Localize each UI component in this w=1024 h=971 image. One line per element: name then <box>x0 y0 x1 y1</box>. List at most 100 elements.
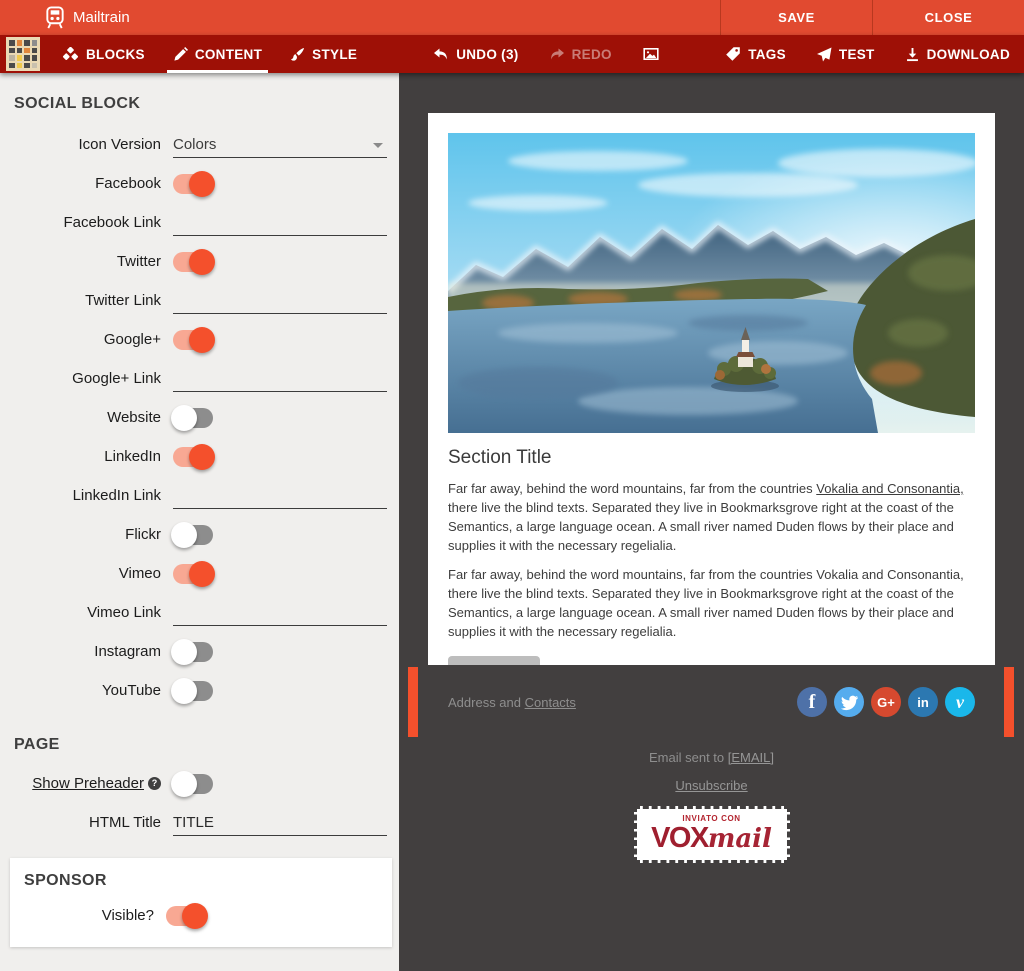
twitter-icon[interactable] <box>834 687 864 717</box>
show-preheader-toggle[interactable] <box>173 774 213 794</box>
linkedin-toggle[interactable] <box>173 447 213 467</box>
vimeo-icon[interactable]: v <box>945 687 975 717</box>
test-button[interactable]: TEST <box>816 47 875 62</box>
facebook-link-input[interactable] <box>173 210 387 236</box>
tags-button[interactable]: TAGS <box>725 46 786 62</box>
social-block-form: Icon VersionColorsFacebookFacebook LinkT… <box>0 125 399 710</box>
sponsor-visible-toggle[interactable] <box>166 906 206 926</box>
undo-button[interactable]: UNDO (3) <box>433 47 518 62</box>
footer-address: Address and Contacts <box>448 695 576 710</box>
facebook-toggle[interactable] <box>173 174 213 194</box>
form-row: Website <box>0 398 399 437</box>
voxmail-stamp[interactable]: INVIATO CON VOXmail <box>634 806 790 863</box>
brush-icon <box>290 47 305 62</box>
help-icon[interactable]: ? <box>148 777 161 790</box>
gallery-button[interactable] <box>642 46 660 62</box>
settings-panel: SOCIAL BLOCK Icon VersionColorsFacebookF… <box>0 73 399 971</box>
field-label: Visible? <box>10 907 166 924</box>
field-label: Website <box>0 409 173 426</box>
form-row: Vimeo Link <box>0 593 399 632</box>
html-title-input[interactable] <box>173 810 387 836</box>
twitter-toggle[interactable] <box>173 252 213 272</box>
youtube-toggle[interactable] <box>173 681 213 701</box>
section-title[interactable]: Section Title <box>448 447 975 469</box>
field-label: Twitter Link <box>0 292 173 309</box>
tab-label: CONTENT <box>195 47 262 62</box>
instagram-toggle[interactable] <box>173 642 213 662</box>
sponsor-heading: SPONSOR <box>24 872 392 890</box>
contacts-link[interactable]: Contacts <box>525 695 576 710</box>
vokalia-link[interactable]: Vokalia and Consonantia, <box>816 481 963 496</box>
select-value: Colors <box>173 136 216 153</box>
email-sent-line: Email sent to [EMAIL] <box>399 750 1024 765</box>
form-row: Vimeo <box>0 554 399 593</box>
sponsor-card: SPONSOR Visible? <box>10 858 392 947</box>
tab-style[interactable]: STYLE <box>276 35 371 73</box>
form-row: Facebook <box>0 164 399 203</box>
toggle-knob <box>182 903 208 929</box>
show-preheader-label[interactable]: Show Preheader <box>32 775 144 792</box>
undo-label: UNDO (3) <box>456 47 518 62</box>
editor-toolbar: BLOCKS CONTENT STYLE UNDO (3) REDO <box>0 35 1024 73</box>
icon-version-select[interactable]: Colors <box>173 132 387 158</box>
paper-plane-icon <box>816 47 832 62</box>
app-title: Mailtrain <box>73 9 130 26</box>
field-label: HTML Title <box>0 814 173 831</box>
google-toggle[interactable] <box>173 330 213 350</box>
website-toggle[interactable] <box>173 408 213 428</box>
field-label: LinkedIn Link <box>0 487 173 504</box>
image-icon <box>642 46 660 62</box>
blocks-icon <box>62 47 79 62</box>
twitter-bird-glyph <box>841 694 858 711</box>
mail-wordmark: mail <box>708 824 772 854</box>
toggle-knob <box>171 405 197 431</box>
paragraph-text: there live the blind texts. Separated th… <box>448 500 954 553</box>
save-button[interactable]: SAVE <box>720 0 872 35</box>
email-paragraph[interactable]: Far far away, behind the word mountains,… <box>448 480 975 555</box>
redo-button[interactable]: REDO <box>549 47 612 62</box>
email-button[interactable]: BUTTON <box>448 656 540 665</box>
social-block-heading: SOCIAL BLOCK <box>14 95 399 113</box>
page-heading: PAGE <box>14 736 399 754</box>
flickr-toggle[interactable] <box>173 525 213 545</box>
form-row: LinkedIn <box>0 437 399 476</box>
field-label: Icon Version <box>0 136 173 153</box>
googleplus-icon[interactable]: G+ <box>871 687 901 717</box>
form-row: Twitter Link <box>0 281 399 320</box>
mosaico-logo <box>6 37 40 71</box>
twitter-link-input[interactable] <box>173 288 387 314</box>
footer-social-icons: f G+inv <box>797 687 975 717</box>
vimeo-toggle[interactable] <box>173 564 213 584</box>
email-sent-text: Email sent to <box>649 750 728 765</box>
form-row: LinkedIn Link <box>0 476 399 515</box>
vimeo-link-input[interactable] <box>173 600 387 626</box>
toggle-knob <box>189 561 215 587</box>
download-icon <box>905 47 920 62</box>
toggle-knob <box>171 639 197 665</box>
email-hero-image[interactable] <box>448 133 975 433</box>
tab-content[interactable]: CONTENT <box>159 35 276 73</box>
tab-blocks[interactable]: BLOCKS <box>48 35 159 73</box>
field-label: Instagram <box>0 643 173 660</box>
field-label: Vimeo Link <box>0 604 173 621</box>
download-button[interactable]: DOWNLOAD <box>905 47 1010 62</box>
facebook-icon[interactable]: f <box>797 687 827 717</box>
field-label: LinkedIn <box>0 448 173 465</box>
email-paragraph[interactable]: Far far away, behind the word mountains,… <box>448 566 975 641</box>
voxmail-logo: VOXmail <box>637 824 787 853</box>
form-row: Show Preheader? <box>0 764 399 803</box>
toggle-knob <box>189 249 215 275</box>
unsubscribe-link[interactable]: Unsubscribe <box>675 778 747 793</box>
form-row: Google+ <box>0 320 399 359</box>
email-placeholder-link[interactable]: [EMAIL] <box>728 750 774 765</box>
chevron-down-icon <box>373 143 383 153</box>
email-footer-block[interactable]: Address and Contacts f G+inv <box>428 667 995 737</box>
form-row: Instagram <box>0 632 399 671</box>
google-link-input[interactable] <box>173 366 387 392</box>
toggle-knob <box>171 771 197 797</box>
close-button[interactable]: CLOSE <box>872 0 1024 35</box>
block-selection-bar-right <box>1004 667 1014 737</box>
toggle-knob <box>189 327 215 353</box>
linkedin-icon[interactable]: in <box>908 687 938 717</box>
linkedin-link-input[interactable] <box>173 483 387 509</box>
